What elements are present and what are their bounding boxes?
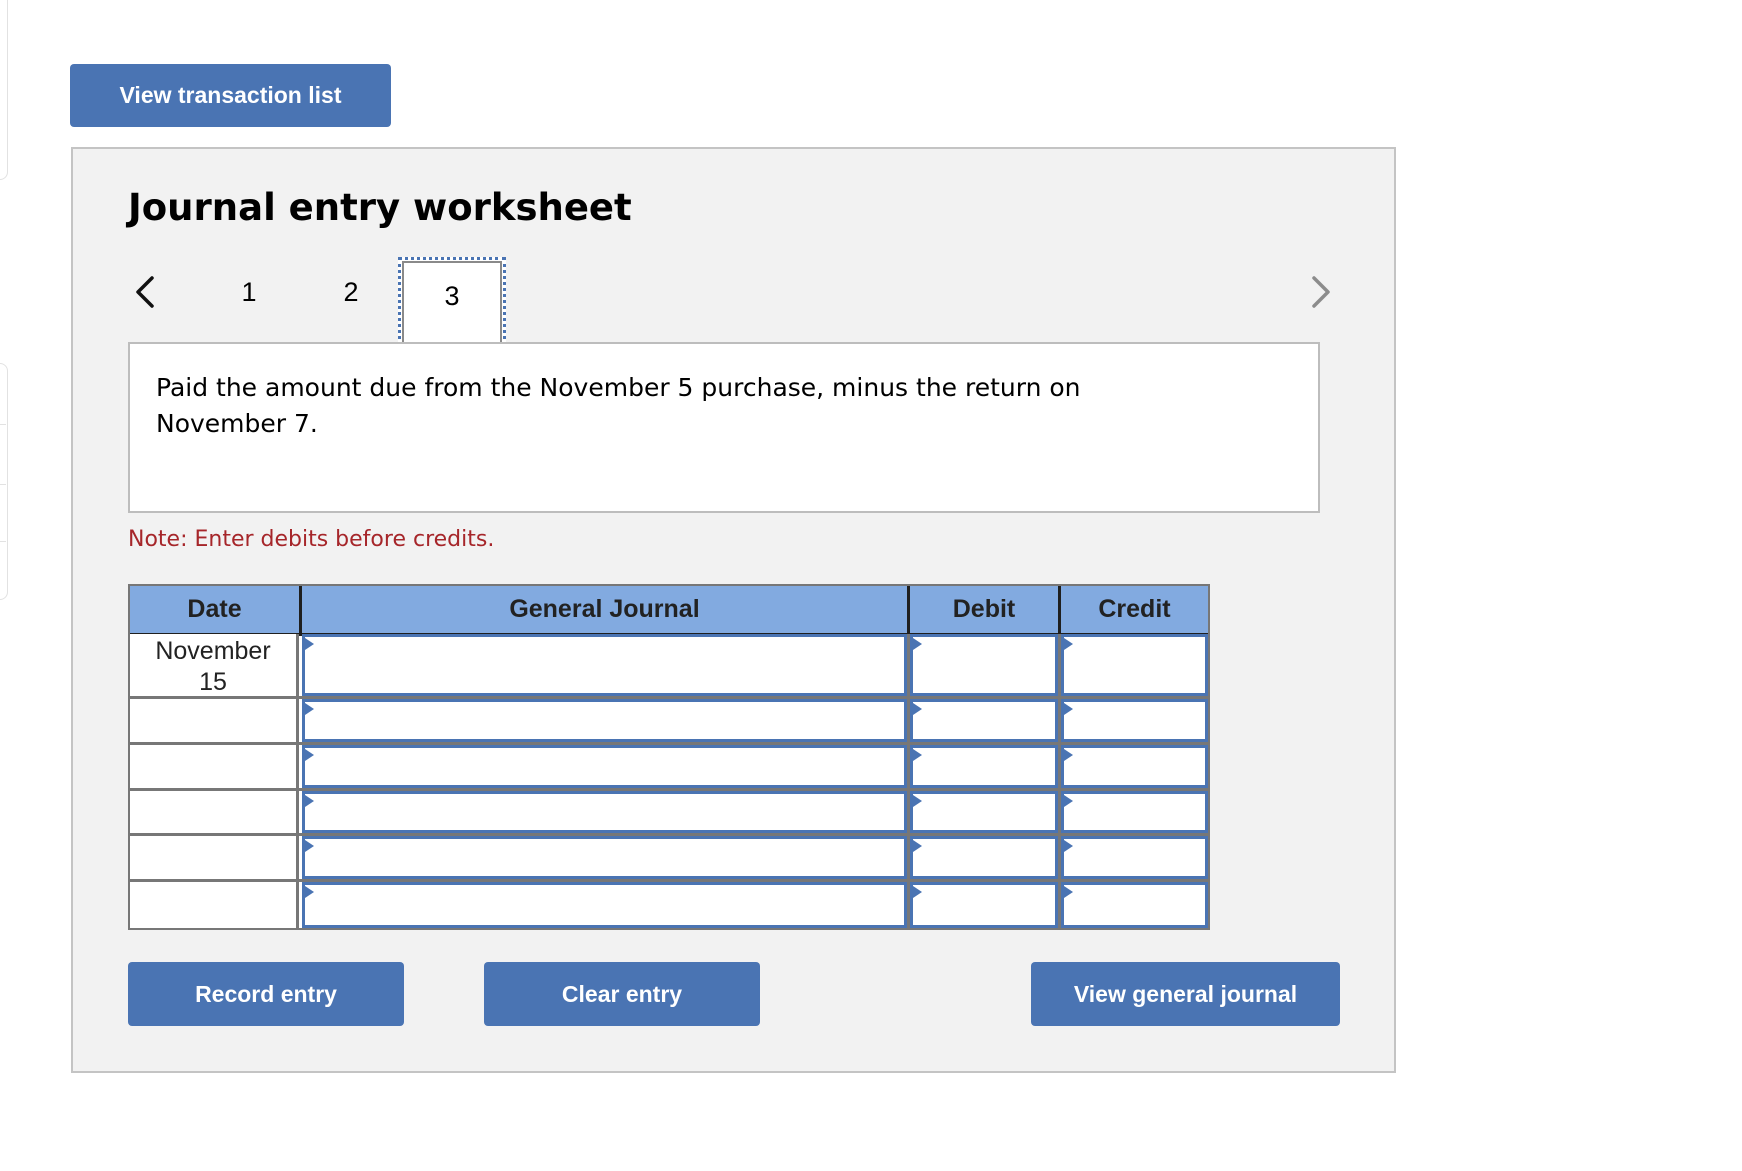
date-cell [130, 882, 299, 928]
tab-1[interactable]: 1 [219, 262, 279, 322]
dropdown-indicator-icon [1064, 795, 1073, 807]
header-date: Date [187, 595, 242, 623]
date-cell [130, 791, 299, 833]
transaction-description-text: Paid the amount due from the November 5 … [156, 373, 1081, 438]
credit-input[interactable] [1064, 748, 1205, 785]
debit-input-cell [910, 882, 1058, 928]
header-credit: Credit [1098, 595, 1171, 623]
journal-table: Date General Journal Debit Credit Novemb… [128, 584, 1210, 930]
prev-transaction-button[interactable] [132, 274, 162, 310]
side-panel-divider [0, 424, 6, 425]
debit-input[interactable] [913, 794, 1055, 830]
header-general-journal: General Journal [509, 595, 700, 623]
side-panel-divider [0, 484, 6, 485]
table-row [130, 882, 1208, 928]
credit-input-cell [1061, 836, 1208, 879]
dropdown-indicator-icon [913, 749, 922, 761]
view-transaction-list-button[interactable]: View transaction list [70, 64, 391, 127]
account-input-cell [302, 791, 907, 833]
tab-3[interactable]: 3 [398, 257, 506, 346]
chevron-left-icon [136, 276, 154, 308]
account-input[interactable] [305, 702, 904, 739]
debit-input[interactable] [913, 748, 1055, 785]
credit-input[interactable] [1064, 637, 1205, 693]
account-input-cell [302, 882, 907, 928]
credit-input-cell [1061, 791, 1208, 833]
dropdown-indicator-icon [913, 638, 922, 650]
debit-input[interactable] [913, 839, 1055, 876]
credit-input-cell [1061, 699, 1208, 742]
credit-input[interactable] [1064, 702, 1205, 739]
transaction-description: Paid the amount due from the November 5 … [128, 342, 1320, 513]
table-row [130, 836, 1208, 882]
debit-input-cell [910, 699, 1058, 742]
view-general-journal-button[interactable]: View general journal [1031, 962, 1340, 1026]
dropdown-indicator-icon [913, 840, 922, 852]
side-panel-divider [0, 541, 6, 542]
dropdown-indicator-icon [305, 886, 314, 898]
account-input-cell [302, 699, 907, 742]
credit-input[interactable] [1064, 794, 1205, 830]
worksheet-title: Journal entry worksheet [128, 186, 632, 229]
debit-input-cell [910, 745, 1058, 788]
date-cell: November 15 [130, 634, 299, 696]
dropdown-indicator-icon [305, 749, 314, 761]
date-cell [130, 745, 299, 788]
account-input-cell [302, 836, 907, 879]
tab-2[interactable]: 2 [321, 262, 381, 322]
debit-input[interactable] [913, 885, 1055, 925]
dropdown-indicator-icon [913, 886, 922, 898]
side-panel-edge-top [0, 0, 8, 180]
dropdown-indicator-icon [1064, 840, 1073, 852]
credit-input-cell [1061, 882, 1208, 928]
table-row: November 15 [130, 634, 1208, 699]
clear-entry-button[interactable]: Clear entry [484, 962, 760, 1026]
account-input[interactable] [305, 748, 904, 785]
dropdown-indicator-icon [305, 795, 314, 807]
credit-input-cell [1061, 745, 1208, 788]
tab-3-label: 3 [402, 261, 502, 343]
date-cell [130, 699, 299, 742]
record-entry-button[interactable]: Record entry [128, 962, 404, 1026]
dropdown-indicator-icon [305, 703, 314, 715]
credit-input[interactable] [1064, 885, 1205, 925]
dropdown-indicator-icon [913, 703, 922, 715]
dropdown-indicator-icon [1064, 749, 1073, 761]
account-input[interactable] [305, 839, 904, 876]
dropdown-indicator-icon [1064, 703, 1073, 715]
account-input[interactable] [305, 637, 904, 693]
debit-input-cell [910, 634, 1058, 696]
account-input-cell [302, 634, 907, 696]
note-text: Note: Enter debits before credits. [128, 527, 495, 552]
debit-input[interactable] [913, 702, 1055, 739]
credit-input-cell [1061, 634, 1208, 696]
journal-table-header: Date General Journal Debit Credit [130, 586, 1208, 636]
credit-input[interactable] [1064, 839, 1205, 876]
date-cell [130, 836, 299, 879]
account-input[interactable] [305, 794, 904, 830]
table-row [130, 745, 1208, 791]
debit-input[interactable] [913, 637, 1055, 693]
table-row [130, 699, 1208, 745]
debit-input-cell [910, 791, 1058, 833]
dropdown-indicator-icon [913, 795, 922, 807]
table-row [130, 791, 1208, 836]
dropdown-indicator-icon [305, 840, 314, 852]
debit-input-cell [910, 836, 1058, 879]
dropdown-indicator-icon [1064, 886, 1073, 898]
side-panel-edge-list [0, 363, 8, 600]
next-transaction-button[interactable] [1306, 274, 1336, 310]
account-input[interactable] [305, 885, 904, 925]
dropdown-indicator-icon [1064, 638, 1073, 650]
dropdown-indicator-icon [305, 638, 314, 650]
account-input-cell [302, 745, 907, 788]
header-debit: Debit [952, 595, 1016, 623]
chevron-right-icon [1312, 276, 1330, 308]
